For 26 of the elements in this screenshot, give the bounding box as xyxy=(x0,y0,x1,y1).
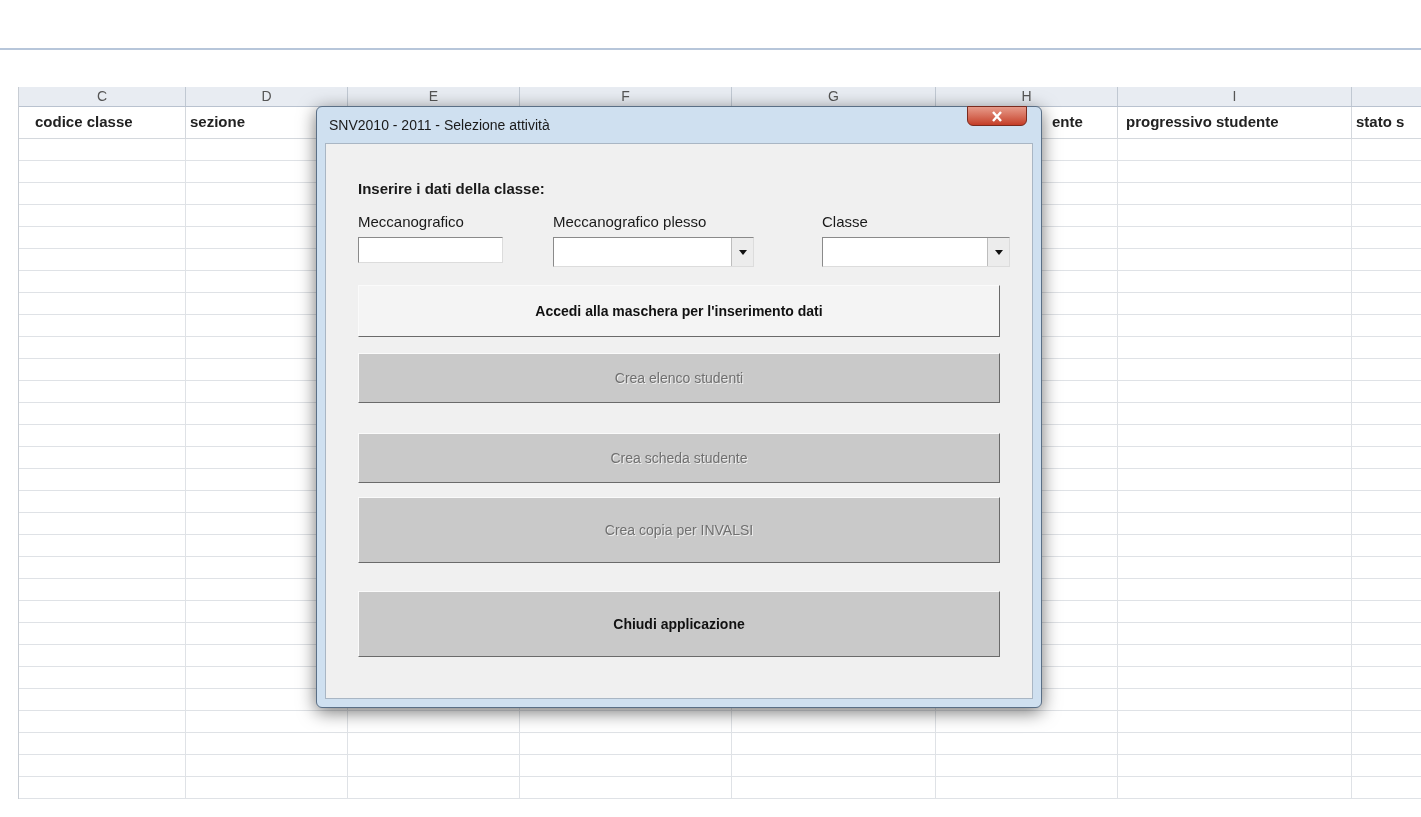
field-label: Classe xyxy=(822,211,869,232)
column-letter[interactable]: C xyxy=(96,86,108,107)
caret-icon xyxy=(994,249,1003,255)
window-title: SNV2010 - 2011 - Selezione attività xyxy=(328,115,550,135)
action-button[interactable]: Accedi alla maschera per l'inserimento dati xyxy=(358,285,1000,337)
field-label: Meccanografico xyxy=(358,211,465,232)
caret-icon xyxy=(738,249,747,255)
column-letter[interactable]: H xyxy=(1021,86,1032,107)
column-letter[interactable]: D xyxy=(261,86,272,107)
column-letter[interactable]: G xyxy=(828,86,839,107)
text-field[interactable] xyxy=(358,237,503,263)
action-button[interactable]: Chiudi applicazione xyxy=(358,591,1000,657)
column-letter[interactable]: F xyxy=(621,86,630,107)
header-cell-text: stato s xyxy=(1356,112,1405,133)
section-label: Inserire i dati della classe: xyxy=(358,179,546,199)
field-label: Meccanografico plesso xyxy=(553,211,708,232)
close-icon xyxy=(991,110,1003,122)
close-button[interactable] xyxy=(967,106,1027,126)
column-letter[interactable]: I xyxy=(1232,86,1237,107)
header-cell-text: sezione xyxy=(190,112,246,133)
combo-box[interactable] xyxy=(822,237,1010,267)
header-cell-text: progressivo studente xyxy=(1126,112,1279,133)
header-cell-text: codice classe xyxy=(35,112,133,133)
header-cell-text: ente xyxy=(1052,112,1083,133)
column-letter[interactable]: E xyxy=(428,86,439,107)
combo-box[interactable] xyxy=(553,237,754,267)
